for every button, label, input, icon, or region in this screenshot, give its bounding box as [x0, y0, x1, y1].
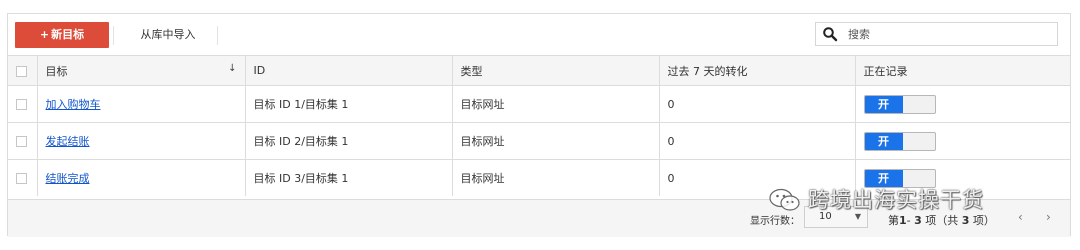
row-select-cell [8, 122, 37, 160]
import-from-gallery-button[interactable]: 从库中导入 [121, 22, 215, 48]
rows-per-page-select[interactable]: 10 ▼ [804, 206, 868, 228]
goal-link[interactable]: 发起结账 [46, 135, 90, 148]
table-header-row: 目标 ↓ ID 类型 过去 7 天的转化 正在记录 [8, 55, 1070, 86]
range-from: 1 [899, 214, 907, 227]
column-header-goal[interactable]: 目标 ↓ [36, 55, 245, 86]
goal-conversions-cell: 0 [658, 159, 855, 196]
goal-name-cell: 发起结账 [36, 122, 245, 160]
recording-toggle-on-label: 开 [864, 169, 903, 187]
goal-recording-cell: 开 [854, 159, 1070, 196]
table-row: 发起结账 目标 ID 2/目标集 1 目标网址 0 开 [8, 122, 1070, 160]
column-header-goal-label: 目标 [45, 64, 68, 78]
toolbar-divider [113, 26, 114, 45]
sort-descending-icon: ↓ [228, 62, 237, 74]
range-suffix: 项） [969, 214, 995, 227]
goal-name-cell: 结账完成 [36, 159, 245, 196]
recording-toggle-on-label: 开 [864, 132, 903, 150]
column-header-conversions[interactable]: 过去 7 天的转化 [658, 55, 855, 86]
goal-link[interactable]: 加入购物车 [46, 98, 101, 111]
range-to: 3 [914, 214, 922, 227]
row-checkbox[interactable] [16, 99, 27, 110]
column-header-id[interactable]: ID [244, 55, 452, 86]
row-select-cell [8, 159, 37, 196]
previous-page-icon[interactable]: ‹ [1018, 210, 1023, 224]
row-select-cell [8, 85, 37, 123]
goal-conversions-cell: 0 [658, 122, 855, 160]
select-all-cell [8, 55, 37, 86]
recording-toggle-on-label: 开 [864, 95, 903, 113]
goal-link[interactable]: 结账完成 [46, 172, 90, 185]
range-separator: - [906, 214, 915, 227]
goal-name-cell: 加入购物车 [36, 85, 245, 123]
goal-id-cell: 目标 ID 2/目标集 1 [244, 122, 452, 160]
goal-id-cell: 目标 ID 1/目标集 1 [244, 85, 452, 123]
goal-conversions-cell: 0 [658, 85, 855, 123]
row-checkbox[interactable] [16, 136, 27, 147]
search-input[interactable] [848, 25, 1048, 43]
search-box[interactable] [815, 22, 1058, 46]
select-all-checkbox[interactable] [16, 65, 27, 77]
goals-table: 目标 ↓ ID 类型 过去 7 天的转化 正在记录 加入购物车 目标 ID 1/目… [8, 55, 1070, 196]
goal-type-cell: 目标网址 [451, 122, 659, 160]
goal-id-cell: 目标 ID 3/目标集 1 [244, 159, 452, 196]
chevron-down-icon: ▼ [854, 212, 861, 221]
goal-recording-cell: 开 [854, 122, 1070, 160]
column-header-recording[interactable]: 正在记录 [854, 55, 1070, 86]
recording-toggle[interactable]: 开 [863, 131, 936, 151]
table-row: 结账完成 目标 ID 3/目标集 1 目标网址 0 开 [8, 159, 1070, 196]
goal-type-cell: 目标网址 [451, 85, 659, 123]
toolbar: + 新目标 从库中导入 [8, 14, 1070, 55]
new-goal-button[interactable]: + 新目标 [15, 22, 109, 48]
new-goal-label: 新目标 [51, 28, 85, 41]
rows-per-page-value: 10 [819, 211, 832, 222]
table-row: 加入购物车 目标 ID 1/目标集 1 目标网址 0 开 [8, 85, 1070, 123]
range-prefix: 第 [888, 214, 899, 227]
goals-panel: +新目标 从库中导入 目标 ↓ ID 类型 [7, 13, 1071, 237]
pagination-bar: 显示行数： 10 ▼ 第1- 3 项（共 3 项） ‹ › [8, 199, 1070, 237]
column-header-type[interactable]: 类型 [451, 55, 659, 86]
goal-recording-cell: 开 [854, 85, 1070, 123]
pagination-range: 第1- 3 项（共 3 项） [888, 212, 995, 228]
toolbar-divider [217, 26, 218, 45]
plus-icon: + [39, 28, 50, 41]
range-middle: 项（共 [921, 214, 962, 227]
search-icon [823, 27, 838, 42]
rows-per-page-label: 显示行数： [750, 216, 800, 227]
goal-type-cell: 目标网址 [451, 159, 659, 196]
next-page-icon[interactable]: › [1046, 210, 1051, 224]
recording-toggle[interactable]: 开 [863, 94, 936, 114]
recording-toggle[interactable]: 开 [863, 168, 936, 188]
row-checkbox[interactable] [16, 173, 27, 184]
